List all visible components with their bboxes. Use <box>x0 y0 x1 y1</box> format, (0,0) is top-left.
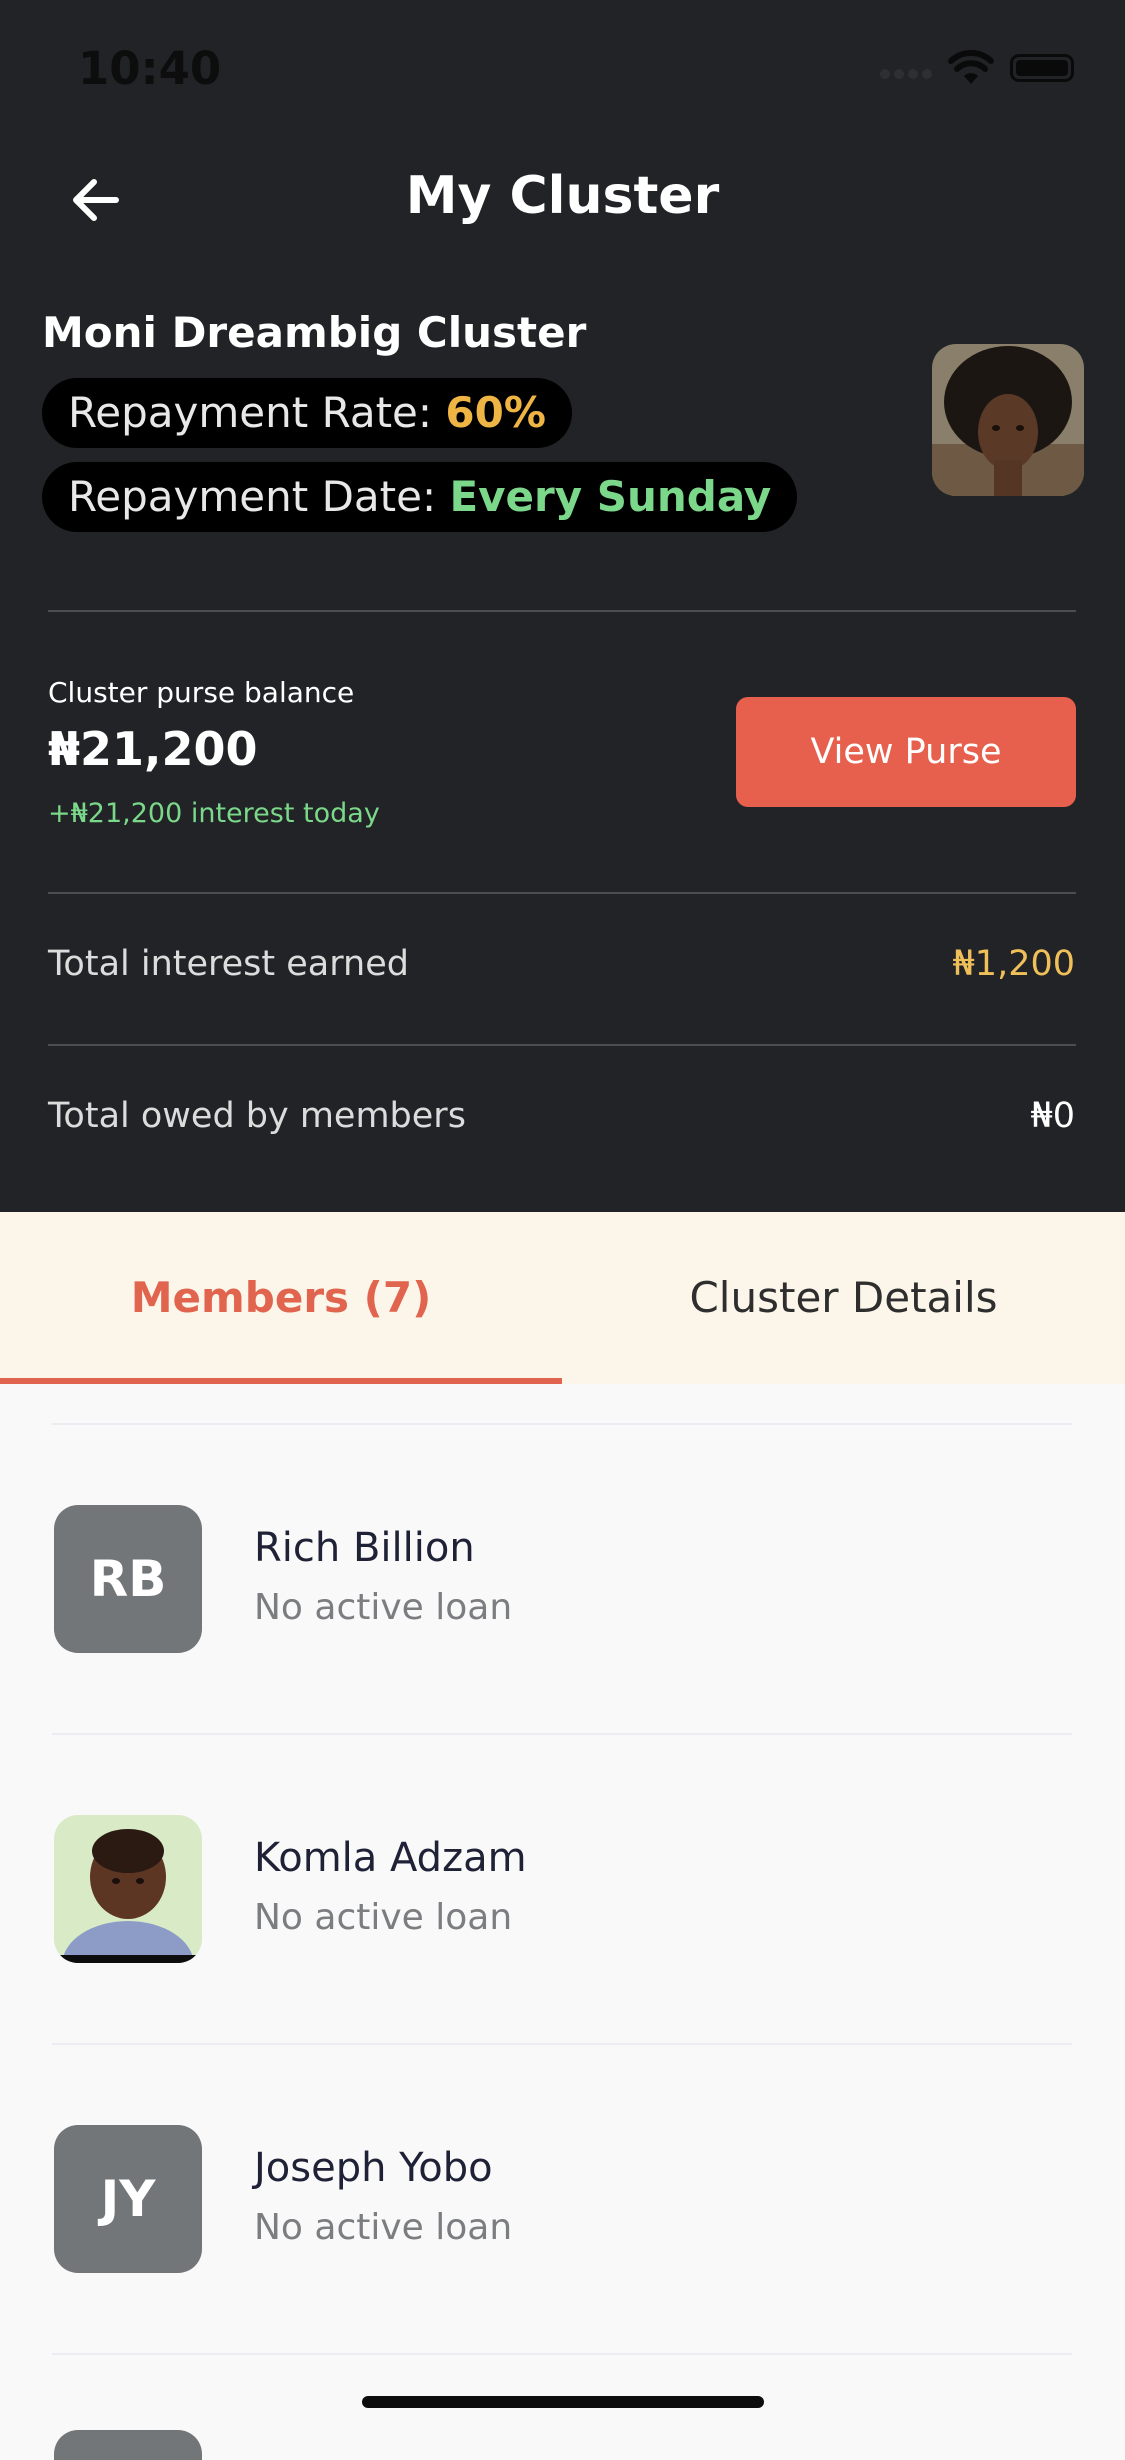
avatar <box>54 1815 202 1963</box>
purse-balance-value: ₦21,200 <box>48 722 258 776</box>
view-purse-button[interactable]: View Purse <box>736 697 1076 807</box>
home-indicator[interactable] <box>362 2396 764 2408</box>
avatar: JY <box>54 2125 202 2273</box>
divider <box>52 2353 1072 2355</box>
cluster-name: Moni Dreambig Cluster <box>42 308 587 357</box>
repayment-date-badge: Repayment Date: Every Sunday <box>42 462 798 532</box>
total-interest-label: Total interest earned <box>48 944 409 984</box>
repayment-date-label: Repayment Date: <box>68 472 450 521</box>
cluster-header-panel: 10:40 My Cluster Moni Dreambig Cluster R… <box>0 0 1125 1212</box>
divider <box>48 892 1076 894</box>
battery-icon <box>1010 54 1074 82</box>
cluster-avatar[interactable] <box>932 344 1084 496</box>
status-time: 10:40 <box>78 42 222 95</box>
active-tab-indicator <box>0 1378 562 1384</box>
tab-members[interactable]: Members (7) <box>0 1212 562 1384</box>
member-name: Joseph Yobo <box>254 2145 493 2191</box>
repayment-rate-badge: Repayment Rate: 60% <box>42 378 572 448</box>
repayment-rate-label: Repayment Rate: <box>68 388 446 437</box>
total-owed-label: Total owed by members <box>48 1096 466 1136</box>
purse-interest-today: +₦21,200 interest today <box>48 798 380 829</box>
wifi-icon <box>948 50 994 84</box>
member-loan-status: No active loan <box>254 1897 513 1938</box>
repayment-rate-value: 60% <box>445 388 546 437</box>
tab-bar: Members (7) Cluster Details <box>0 1212 1125 1384</box>
total-owed-value: ₦0 <box>1030 1096 1075 1136</box>
avatar: RB <box>54 1505 202 1653</box>
member-name: Komla Adzam <box>254 1835 527 1881</box>
divider <box>48 1044 1076 1046</box>
avatar <box>54 2430 202 2460</box>
member-name: Rich Billion <box>254 1525 475 1571</box>
page-title: My Cluster <box>405 166 720 226</box>
divider <box>48 610 1076 612</box>
list-item[interactable]: Komla Adzam No active loan <box>0 1735 1125 2045</box>
repayment-date-value: Every Sunday <box>449 472 772 521</box>
signal-icon <box>880 64 936 83</box>
member-loan-status: No active loan <box>254 2207 513 2248</box>
member-loan-status: No active loan <box>254 1587 513 1628</box>
tab-cluster-details[interactable]: Cluster Details <box>562 1212 1125 1384</box>
purse-balance-label: Cluster purse balance <box>48 676 355 709</box>
list-item[interactable]: JY Joseph Yobo No active loan <box>0 2045 1125 2355</box>
total-interest-value: ₦1,200 <box>952 944 1075 984</box>
list-item[interactable]: RB Rich Billion No active loan <box>0 1425 1125 1735</box>
